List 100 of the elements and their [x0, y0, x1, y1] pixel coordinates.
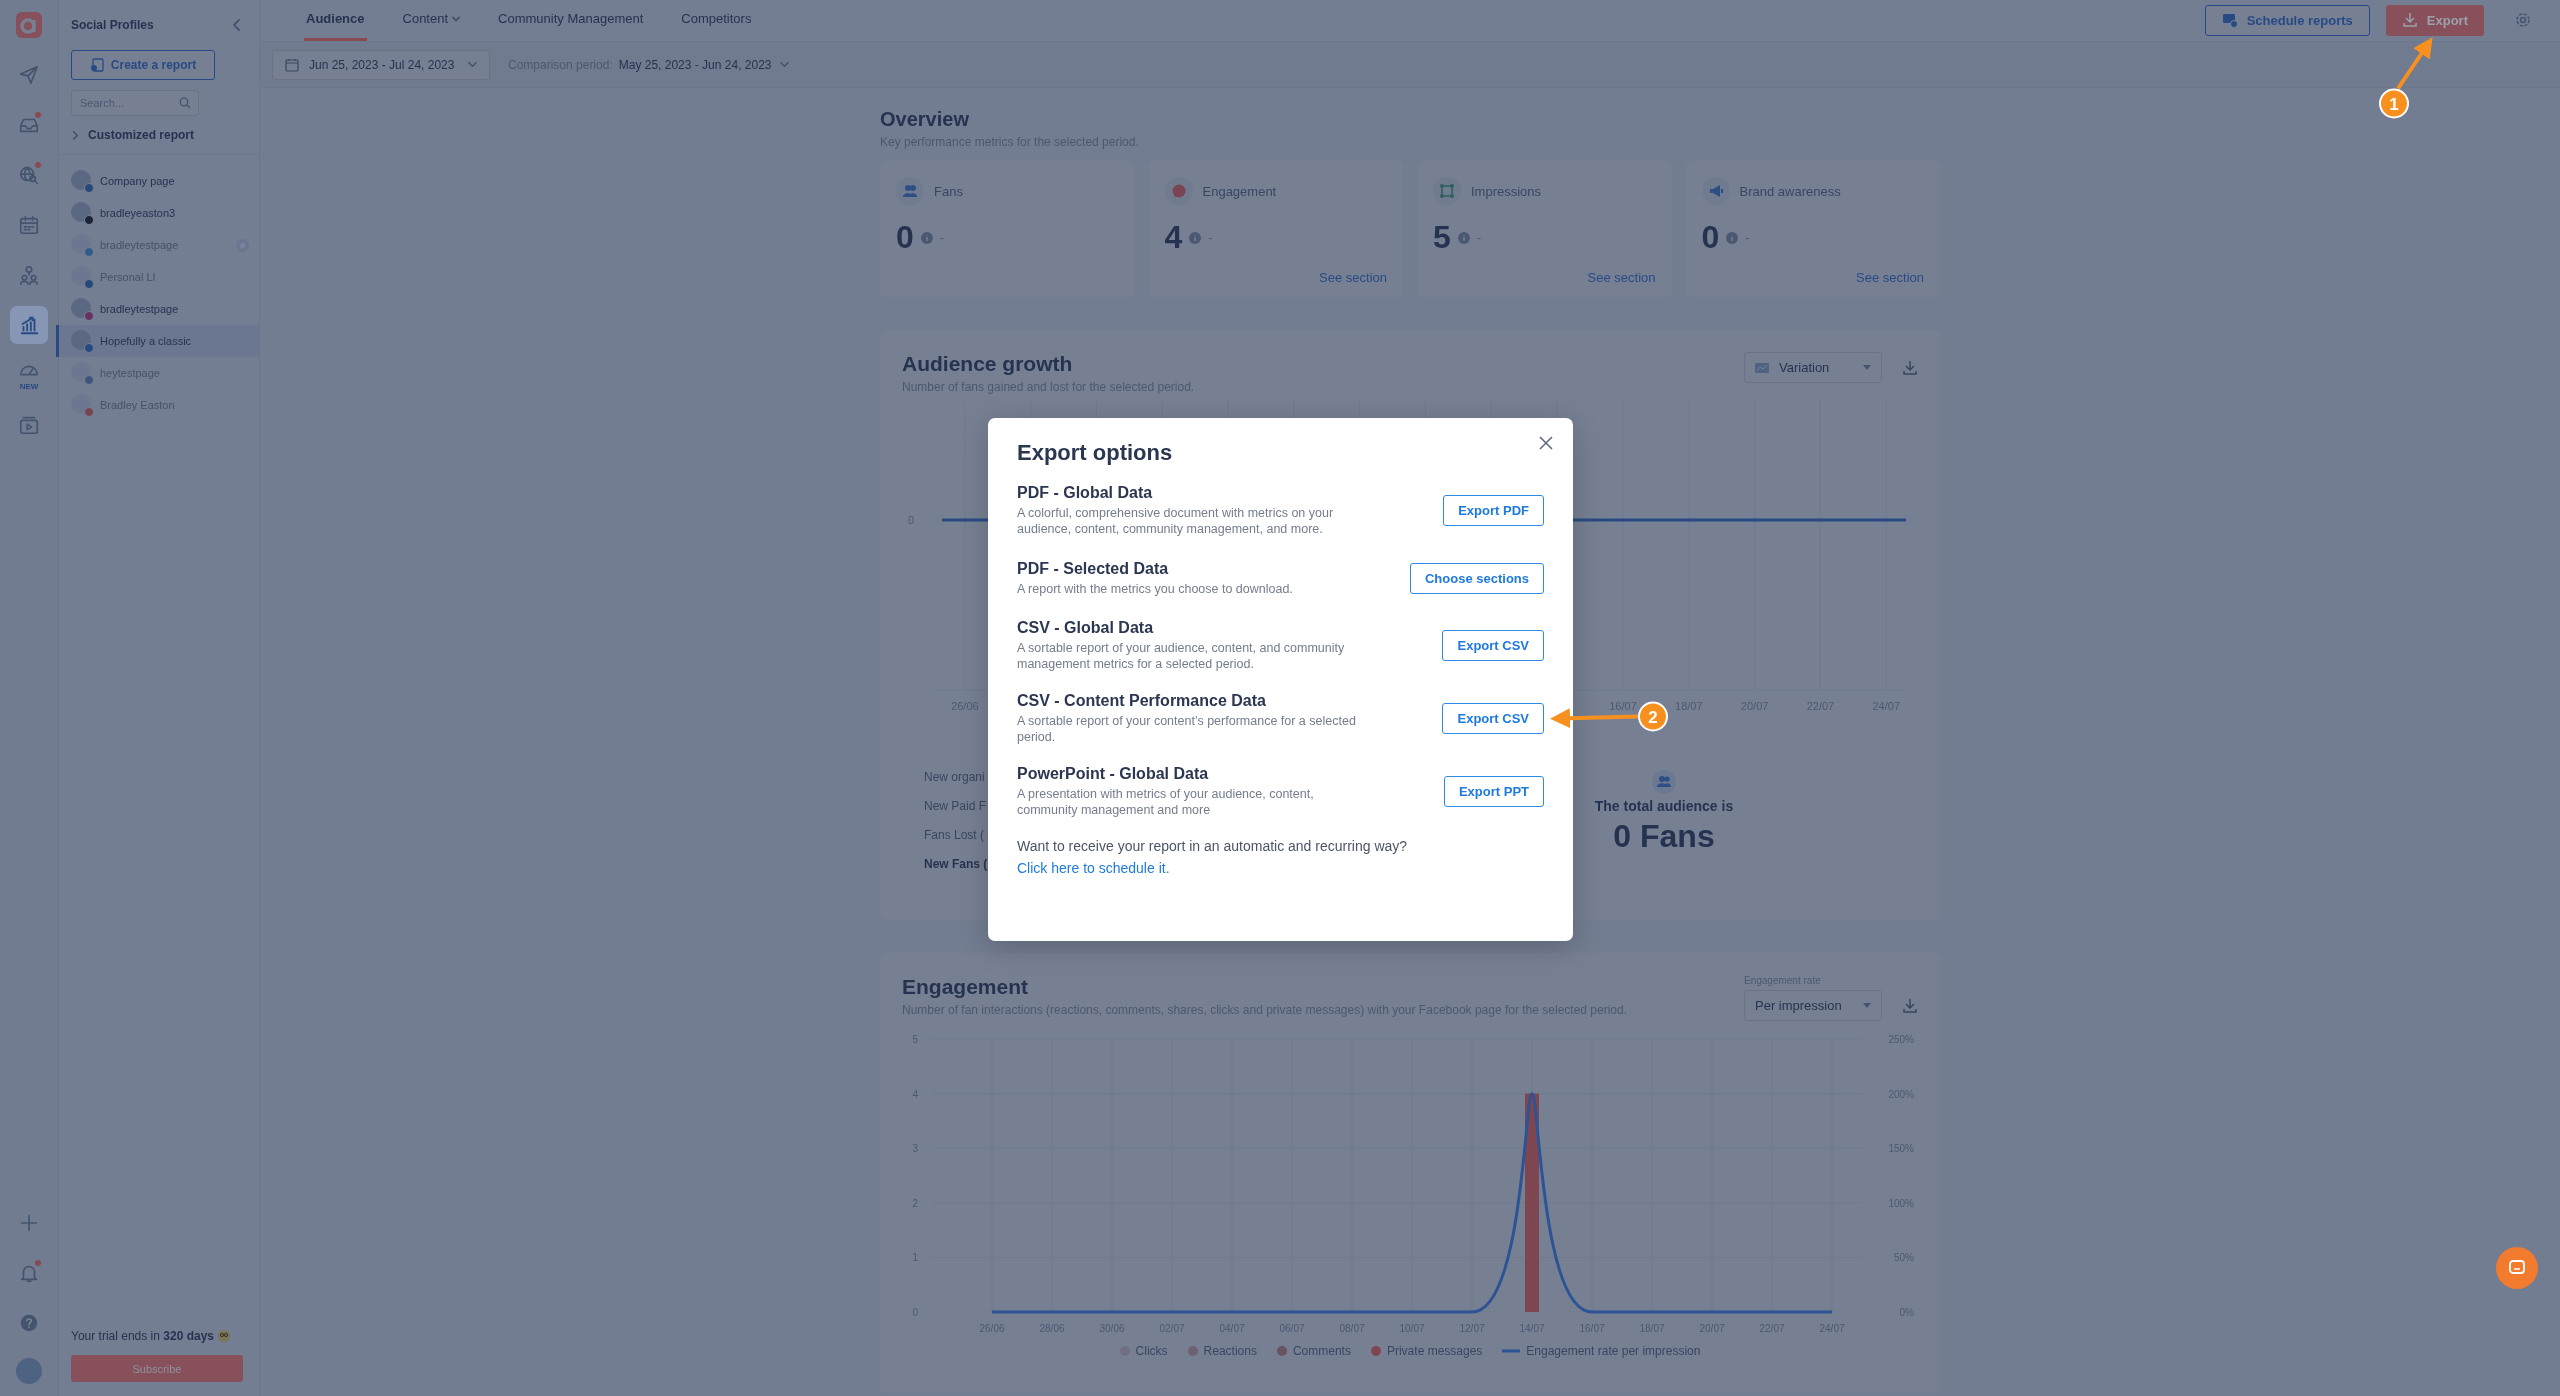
- avatar-icon: [71, 330, 91, 350]
- tab[interactable]: Content: [400, 0, 463, 41]
- profile-item[interactable]: Hopefully a classic: [56, 325, 259, 357]
- settings-icon[interactable]: [2514, 11, 2532, 29]
- chevron-icon[interactable]: [71, 130, 80, 140]
- search-icon: [179, 97, 191, 109]
- profile-item[interactable]: Company page: [56, 165, 259, 197]
- export-option-button[interactable]: Export PPT: [1443, 776, 1544, 807]
- section-title: Audience growth: [902, 352, 1074, 376]
- nav-button[interactable]: [10, 306, 48, 344]
- option-title: CSV - Global Data: [1017, 619, 1155, 637]
- export-option-button[interactable]: Export CSV: [1442, 703, 1544, 734]
- metric-value: 0: [896, 219, 914, 256]
- avatar-icon: [71, 202, 91, 222]
- profile-name: bradleyeaston3: [100, 207, 177, 219]
- option-description: A report with the metrics you choose to download.: [1017, 580, 1294, 597]
- metric-label: New Fans (: [924, 857, 988, 871]
- legend-label: Comments: [1292, 1344, 1351, 1358]
- megaphone-icon: [1707, 183, 1724, 199]
- nav-button[interactable]: NEW: [10, 356, 48, 394]
- metric-label: Engagement: [1202, 183, 1277, 199]
- info-icon[interactable]: [1726, 231, 1739, 244]
- download-icon[interactable]: [1902, 998, 1918, 1014]
- export-option-button[interactable]: Export PDF: [1443, 495, 1544, 526]
- metric-change: -: [1745, 230, 1750, 245]
- chat-button[interactable]: [2496, 1247, 2538, 1289]
- chat-bubble-icon: [1170, 183, 1187, 199]
- profile-name: Company page: [100, 175, 176, 187]
- step-badge: [1638, 701, 1668, 732]
- export-button[interactable]: Export: [2385, 4, 2484, 36]
- metric-change: -: [1476, 230, 1482, 245]
- option-title: PDF - Selected Data: [1017, 559, 1170, 578]
- export-option-button[interactable]: Choose sections: [1409, 562, 1544, 594]
- avatar-icon: [71, 362, 91, 382]
- option-description: A sortable report of your content’s performance for a selected period.: [1017, 713, 1357, 745]
- profile-name: Hopefully a classic: [100, 335, 193, 347]
- see-section-link[interactable]: See section: [1856, 270, 1924, 285]
- legend-label: Private messages: [1386, 1344, 1483, 1358]
- emoji-icon: [218, 1330, 230, 1342]
- comparison-picker[interactable]: May 25, 2023 - Jun 24, 2023: [618, 57, 789, 72]
- media-icon: [18, 414, 40, 436]
- export-option-button[interactable]: Export CSV: [1442, 630, 1544, 661]
- dialog-title: Export options: [1017, 440, 1174, 466]
- profile-name: bradleytestpage: [100, 303, 180, 315]
- legend-label: Clicks: [1135, 1344, 1168, 1358]
- see-section-link[interactable]: See section: [1319, 270, 1387, 285]
- view-select[interactable]: Variation: [1744, 352, 1882, 383]
- metric-value: 0: [1701, 219, 1720, 256]
- metric-label: New Paid F: [924, 799, 987, 813]
- avatar-icon: [71, 234, 91, 254]
- date-range-picker[interactable]: Jun 25, 2023 - Jul 24, 2023: [272, 49, 490, 80]
- step-number: 1: [2389, 94, 2399, 114]
- metric-value: 4: [1164, 219, 1183, 256]
- metric-label: Fans: [934, 183, 963, 199]
- legend-label: Engagement rate per impression: [1526, 1344, 1701, 1358]
- total-value: 0 Fans: [1613, 818, 1715, 855]
- rate-select[interactable]: Per impression: [1744, 990, 1882, 1021]
- info-icon[interactable]: [1189, 231, 1202, 244]
- option-title: CSV - Content Performance Data: [1017, 692, 1267, 710]
- info-icon[interactable]: [1457, 231, 1470, 244]
- step-badge: [2379, 88, 2409, 119]
- create-report-button[interactable]: Create a report: [71, 50, 215, 80]
- tab[interactable]: Community Management: [496, 0, 646, 41]
- legend-label: Reactions: [1203, 1344, 1257, 1358]
- metric-label: Brand awareness: [1739, 183, 1841, 199]
- people-icon: [902, 183, 918, 199]
- metric-label: New organi: [924, 770, 985, 784]
- download-icon[interactable]: [1902, 360, 1918, 376]
- schedule-reports-button[interactable]: Schedule reports: [2204, 4, 2370, 36]
- total-label: The total audience is: [1594, 798, 1734, 814]
- people-icon: [1652, 770, 1676, 794]
- square-icon: [1439, 183, 1455, 199]
- avatar-icon: [71, 170, 91, 190]
- schedule-prompt: Want to receive your report in an automatic and recurring way?: [1017, 838, 1409, 854]
- metric-label: Fans Lost (: [924, 828, 985, 842]
- option-description: A presentation with metrics of your audience, content, community management and more: [1017, 786, 1315, 818]
- logo-icon[interactable]: [16, 12, 42, 38]
- subscribe-button[interactable]: Subscribe: [71, 1355, 243, 1382]
- tab[interactable]: Competitors: [679, 0, 754, 41]
- collapse-icon[interactable]: [231, 19, 243, 31]
- avatar-icon: [71, 266, 91, 286]
- metric-label: Impressions: [1471, 183, 1542, 199]
- caret-icon: [1863, 364, 1871, 371]
- close-icon[interactable]: [1539, 436, 1553, 450]
- see-section-link[interactable]: See section: [1587, 270, 1656, 285]
- caret-icon: [468, 60, 477, 69]
- info-icon[interactable]: [920, 231, 933, 244]
- bar-chart-icon: [18, 314, 40, 336]
- section-title: Engagement: [902, 975, 1030, 999]
- report-icon: [89, 58, 104, 72]
- callout-arrow: [2396, 37, 2433, 90]
- profile-item[interactable]: bradleytestpage: [56, 293, 259, 325]
- caret-icon: [779, 60, 789, 69]
- avatar-icon[interactable]: [16, 1358, 42, 1384]
- globe-search-icon: [18, 164, 40, 186]
- metric-change: -: [939, 230, 945, 245]
- group-label[interactable]: Customized report: [88, 128, 194, 142]
- schedule-link[interactable]: Click here to schedule it.: [1017, 860, 1170, 876]
- profile-item[interactable]: bradleyeaston3: [56, 197, 259, 229]
- people-icon: [18, 264, 40, 286]
